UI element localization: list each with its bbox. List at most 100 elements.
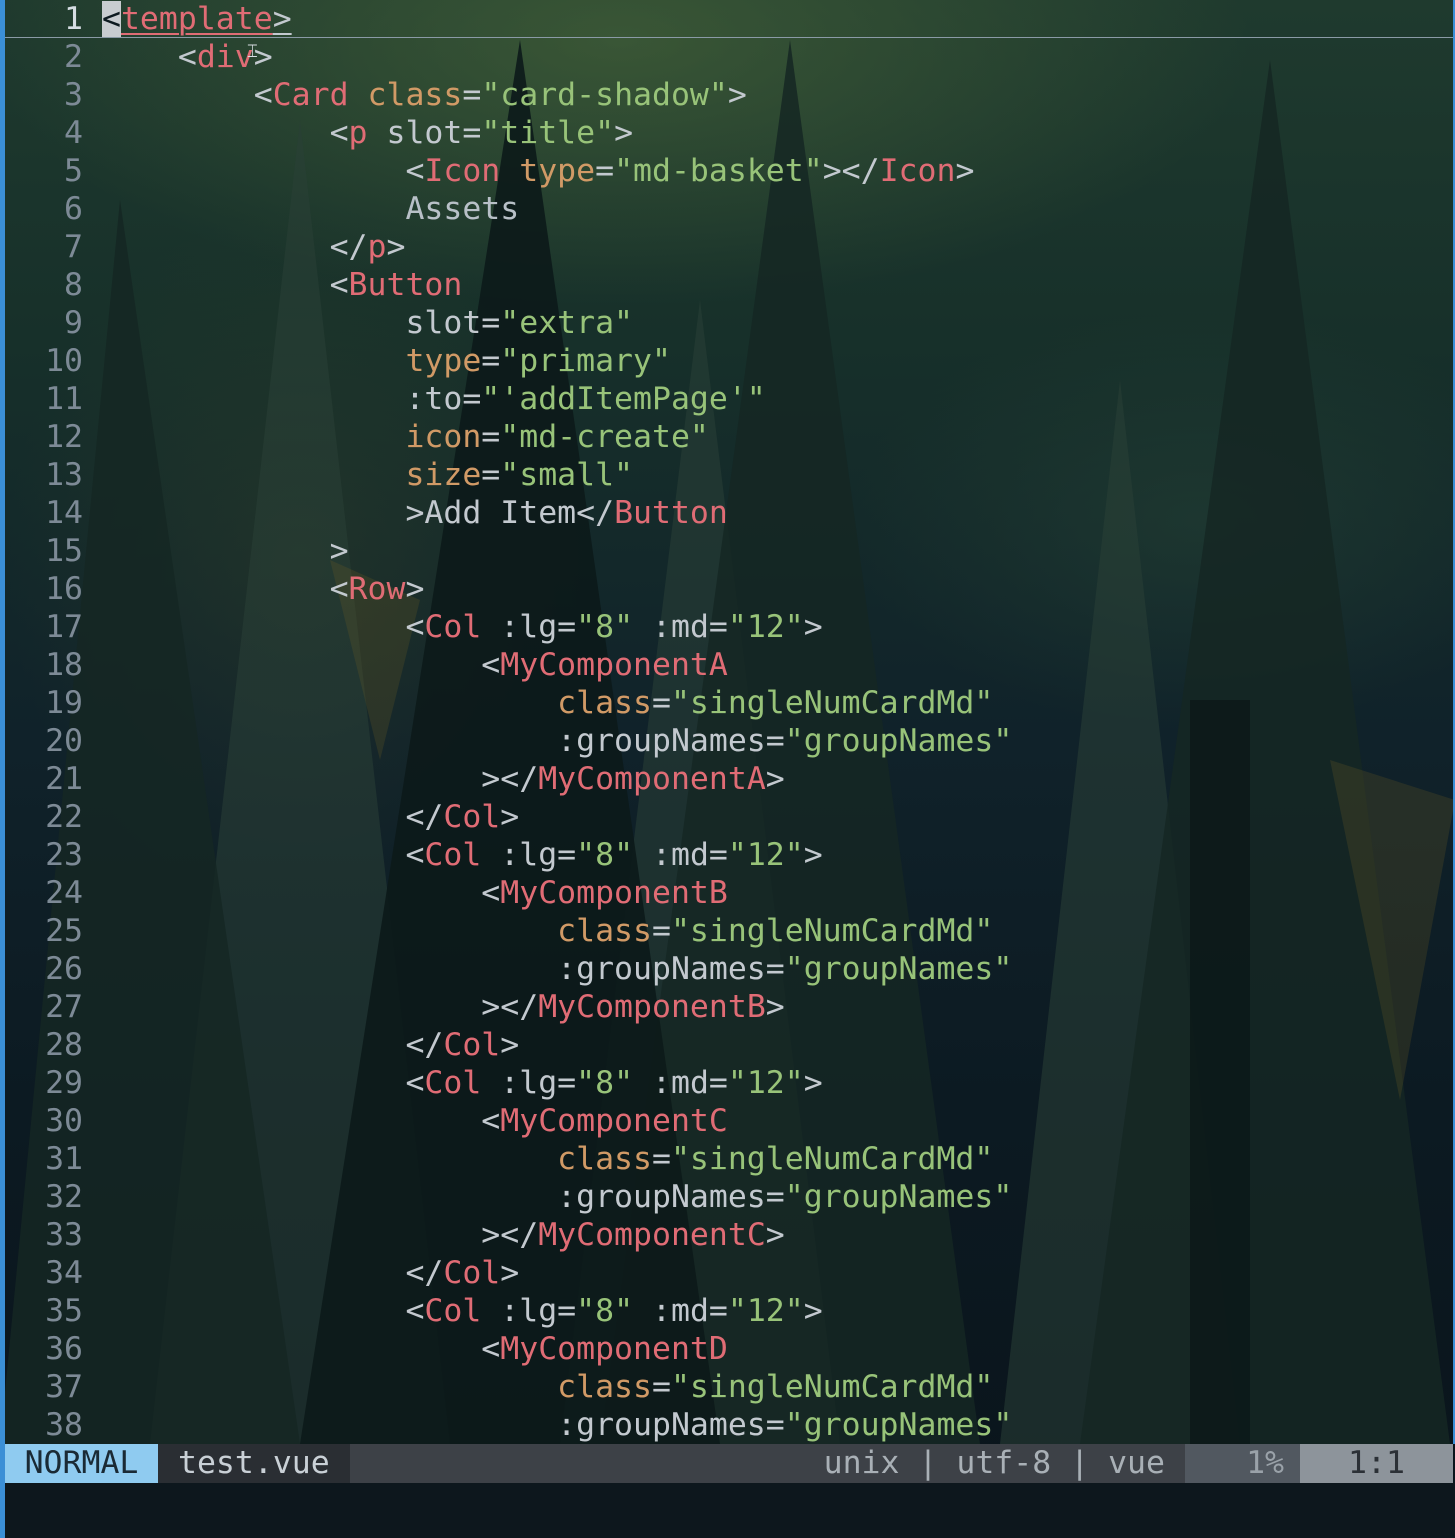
code-token: :lg=	[481, 609, 577, 645]
code-token: class	[557, 913, 652, 949]
code-line[interactable]: 37 class="singleNumCardMd"	[5, 1368, 1453, 1406]
code-token: <	[405, 1293, 425, 1329]
code-line[interactable]: 12 icon="md-create"	[5, 418, 1453, 456]
line-number: 11	[45, 381, 83, 417]
code-line[interactable]: 6 Assets	[5, 190, 1453, 228]
code-line[interactable]: 29 <Col :lg="8" :md="12">	[5, 1064, 1453, 1102]
code-token: "md-basket"	[614, 153, 823, 189]
code-token: </	[405, 799, 444, 835]
code-line[interactable]: 35 <Col :lg="8" :md="12">	[5, 1292, 1453, 1330]
code-line[interactable]: 38 :groupNames="groupNames"	[5, 1406, 1453, 1444]
code-line[interactable]: 31 class="singleNumCardMd"	[5, 1140, 1453, 1178]
code-line[interactable]: 15 >	[5, 532, 1453, 570]
code-token: >	[765, 761, 785, 797]
line-number: 34	[45, 1255, 83, 1291]
code-token: Row	[348, 571, 406, 607]
code-token: <	[329, 267, 349, 303]
code-line[interactable]: 26 :groupNames="groupNames"	[5, 950, 1453, 988]
code-token: >	[500, 1255, 520, 1291]
code-token: "8"	[576, 1293, 634, 1329]
code-token: Assets	[405, 191, 520, 227]
code-text: type="primary"	[102, 342, 671, 380]
line-number: 37	[45, 1369, 83, 1405]
code-line[interactable]: 30 <MyComponentC	[5, 1102, 1453, 1140]
code-line[interactable]: 22 </Col>	[5, 798, 1453, 836]
vim-window: 1 <template> 2 <div> 3 <Card class="card-sh…	[0, 0, 1455, 1538]
code-line[interactable]: 28 </Col>	[5, 1026, 1453, 1064]
code-line[interactable]: 11 :to="'addItemPage'"	[5, 380, 1453, 418]
code-text: <Card class="card-shadow">	[102, 76, 747, 114]
code-token: >	[614, 115, 634, 151]
code-line[interactable]: 16 <Row>	[5, 570, 1453, 608]
code-line[interactable]: 10 type="primary"	[5, 342, 1453, 380]
text-cursor: <	[102, 1, 121, 37]
code-line[interactable]: 8 <Button	[5, 266, 1453, 304]
code-token: <	[177, 39, 197, 75]
code-token: >	[803, 1293, 823, 1329]
code-token: >	[272, 1, 292, 37]
code-token: Icon	[424, 153, 501, 189]
code-token: size	[405, 457, 482, 493]
code-text: :to="'addItemPage'"	[102, 380, 765, 418]
code-token: :groupNames=	[557, 723, 785, 759]
code-token: >	[500, 799, 520, 835]
code-line[interactable]: 5 <Icon type="md-basket"></Icon>	[5, 152, 1453, 190]
code-token: Col	[443, 1027, 501, 1063]
line-number: 17	[45, 609, 83, 645]
code-text: </Col>	[102, 1026, 519, 1064]
code-line[interactable]: 18 <MyComponentA	[5, 646, 1453, 684]
code-token: >	[955, 153, 975, 189]
code-line[interactable]: 2 <div>	[5, 38, 1453, 76]
code-token: class	[557, 1141, 652, 1177]
code-token: <	[481, 647, 501, 683]
line-number: 24	[45, 875, 83, 911]
code-text: size="small"	[102, 456, 633, 494]
code-editor[interactable]: 1 <template> 2 <div> 3 <Card class="card-sh…	[5, 0, 1453, 1444]
command-line[interactable]	[5, 1483, 1455, 1538]
code-line[interactable]: 36 <MyComponentD	[5, 1330, 1453, 1368]
code-text: </p>	[102, 228, 406, 266]
code-line[interactable]: 4 <p slot="title">	[5, 114, 1453, 152]
line-number: 23	[45, 837, 83, 873]
scroll-percent: 1%	[1185, 1444, 1300, 1483]
code-line[interactable]: 24 <MyComponentB	[5, 874, 1453, 912]
code-line[interactable]: 9 slot="extra"	[5, 304, 1453, 342]
code-token: =	[481, 343, 501, 379]
code-line[interactable]: 32 :groupNames="groupNames"	[5, 1178, 1453, 1216]
code-line[interactable]: 14 >Add Item</Button	[5, 494, 1453, 532]
code-text: <Col :lg="8" :md="12">	[102, 836, 822, 874]
code-line[interactable]: 3 <Card class="card-shadow">	[5, 76, 1453, 114]
code-line[interactable]: 33 ></MyComponentC>	[5, 1216, 1453, 1254]
code-line[interactable]: 27 ></MyComponentB>	[5, 988, 1453, 1026]
code-line[interactable]: 20 :groupNames="groupNames"	[5, 722, 1453, 760]
code-token: class	[557, 1369, 652, 1405]
code-line[interactable]: 25 class="singleNumCardMd"	[5, 912, 1453, 950]
code-line[interactable]: 17 <Col :lg="8" :md="12">	[5, 608, 1453, 646]
code-text: <Button	[102, 266, 463, 304]
code-token: <	[405, 153, 425, 189]
code-token: MyComponentD	[500, 1331, 728, 1367]
code-line[interactable]: 23 <Col :lg="8" :md="12">	[5, 836, 1453, 874]
code-token: <	[405, 609, 425, 645]
code-token: >	[765, 989, 785, 1025]
code-line[interactable]: 34 </Col>	[5, 1254, 1453, 1292]
code-token: ></	[481, 1217, 539, 1253]
code-line[interactable]: 13 size="small"	[5, 456, 1453, 494]
code-line[interactable]: 7 </p>	[5, 228, 1453, 266]
code-text: class="singleNumCardMd"	[102, 1368, 993, 1406]
code-token: slot=	[367, 115, 482, 151]
code-line[interactable]: 1 <template>	[5, 0, 1453, 38]
code-line[interactable]: 19 class="singleNumCardMd"	[5, 684, 1453, 722]
code-token: "12"	[727, 609, 804, 645]
line-number: 28	[45, 1027, 83, 1063]
code-token: :md=	[633, 609, 728, 645]
code-line[interactable]: 21 ></MyComponentA>	[5, 760, 1453, 798]
